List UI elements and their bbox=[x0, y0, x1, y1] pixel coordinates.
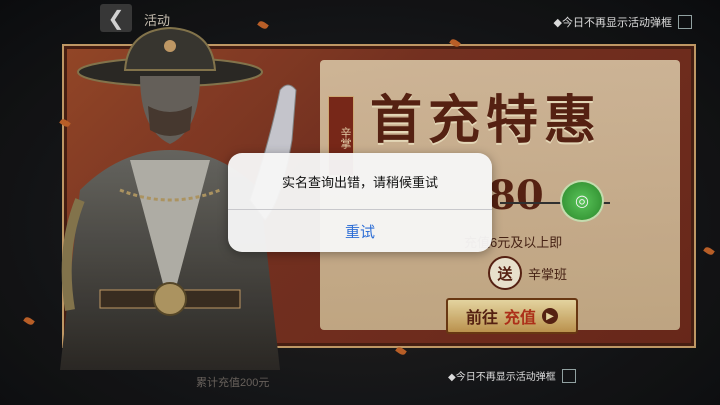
dialog-message: 实名查询出错，请稍候重试 bbox=[281, 174, 438, 190]
alert-dialog: 实名查询出错，请稍候重试 重试 bbox=[228, 153, 492, 252]
retry-button[interactable]: 重试 bbox=[228, 210, 492, 252]
